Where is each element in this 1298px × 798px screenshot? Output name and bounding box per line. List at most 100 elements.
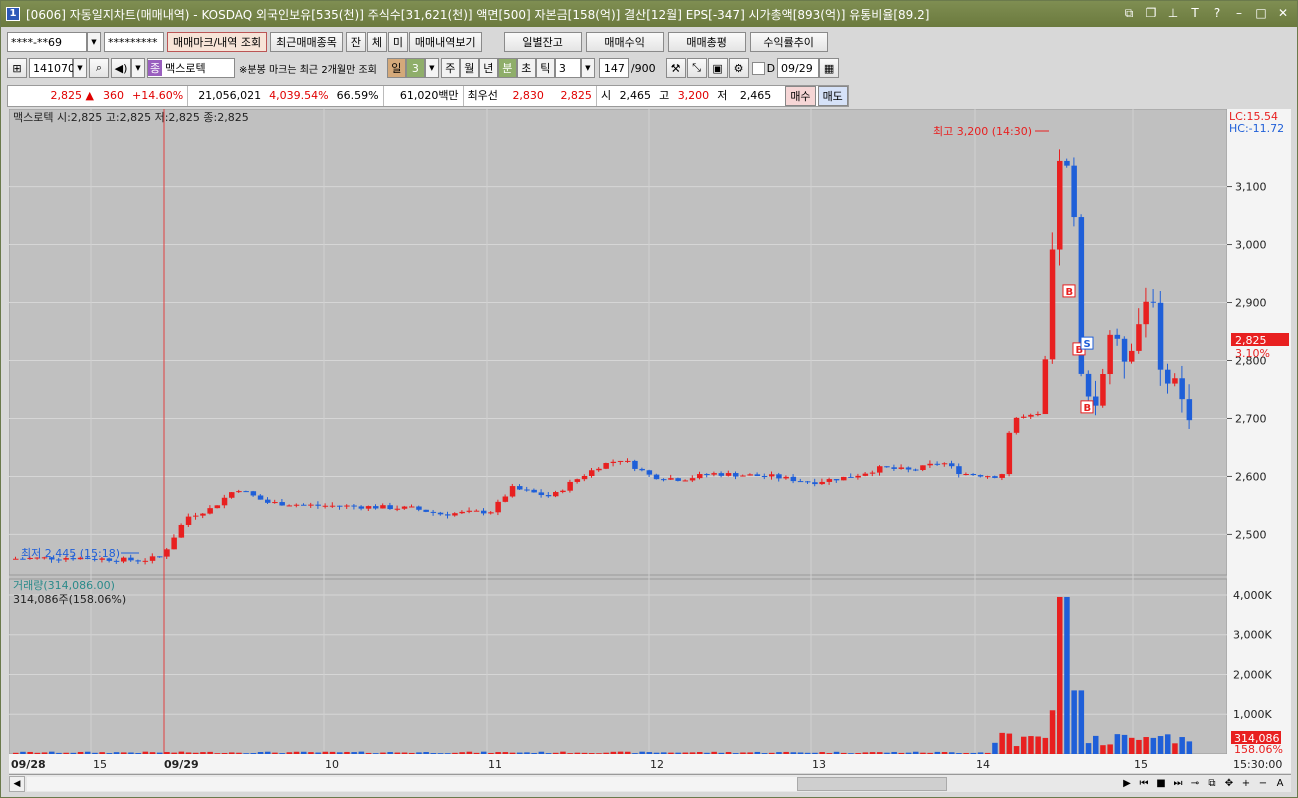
volume-bar [553,752,559,754]
return-trend-button[interactable]: 수익률추이 [749,32,828,52]
scroll-left-icon[interactable]: ◀ [9,775,25,792]
search-icon[interactable]: ⌕ [89,58,109,78]
candle-body [884,466,890,468]
copy-icon[interactable]: ❐ [1143,5,1159,21]
volume-bar [229,752,235,754]
period-number[interactable]: 3 [405,58,425,78]
volume-bar [351,752,357,754]
period-dropdown-icon[interactable]: ▼ [424,58,439,78]
volume-bar [545,753,552,754]
period-day-tab[interactable]: 일 [386,58,406,78]
volume-bar [1071,690,1077,754]
period-year-tab[interactable]: 년 [478,58,498,78]
maximize-icon[interactable]: □ [1253,5,1269,21]
code-search-icon[interactable]: ⊞ [7,58,27,78]
volume-bar [99,752,105,754]
zoom-slider-icon[interactable]: ⊸ [1188,777,1202,791]
bar-count-input[interactable]: 147 [598,58,629,78]
volume-bar [668,752,674,754]
trade-history-button[interactable]: 매매내역보기 [408,32,482,52]
recent-trades-button[interactable]: 최근매매종목 [270,32,343,52]
trade-mark-query-button[interactable]: 매매마크/내역 조회 [167,32,268,52]
date-input[interactable]: 09/29 [777,58,820,78]
volume-bar [207,751,213,754]
font-icon[interactable]: T [1187,5,1203,21]
pan-icon[interactable]: ✥ [1222,777,1236,791]
layout-icon[interactable]: ⧉ [1205,777,1219,791]
daily-balance-button[interactable]: 일별잔고 [503,32,582,52]
stock-name-field: 종 맥스로텍 [147,58,235,78]
candle-body [661,479,667,481]
last-volume-pct: 158.06% [1234,743,1283,756]
scroll-right-icon[interactable]: ▶ [1120,777,1134,791]
candle-body [905,467,912,470]
candle-body [1071,165,1077,218]
candle-body [1085,373,1092,397]
stop-icon[interactable]: ■ [1154,777,1168,791]
price-chart-svg[interactable]: 3,1003,0002,9002,8002,7002,6002,5004,000… [9,109,1291,773]
interval-dropdown-icon[interactable]: ▼ [580,58,595,78]
candle-body [790,476,797,482]
speaker-icon[interactable]: ◀) [111,58,131,78]
sell-button[interactable]: 매도 [817,86,848,106]
candle-body [1042,359,1049,415]
candle-body [236,491,242,493]
speaker-dropdown-icon[interactable]: ▼ [131,58,145,78]
period-tick-tab[interactable]: 틱 [535,58,555,78]
volume-bar [819,752,825,754]
save-icon[interactable]: ▣ [707,58,728,78]
candle-body [797,481,804,483]
candle-body [545,495,552,497]
auto-scale-icon[interactable]: A [1273,777,1287,791]
zoom-out-icon[interactable]: − [1256,777,1270,791]
period-minute-tab[interactable]: 분 [497,58,517,78]
gear-icon[interactable]: ⚙ [728,58,749,78]
account-dropdown-icon[interactable]: ▼ [87,32,101,52]
period-second-tab[interactable]: 초 [516,58,536,78]
rewind-icon[interactable]: ⏮ [1137,777,1151,791]
period-week-tab[interactable]: 주 [440,58,460,78]
trade-mark-label: S [1084,339,1091,350]
volume-bar [445,753,451,754]
stock-code-dropdown-icon[interactable]: ▼ [73,58,87,78]
period-month-tab[interactable]: 월 [459,58,479,78]
candle-body [805,481,811,483]
chart-area[interactable]: 3,100 3,000 2,900 2,800 2,700 2,600 2,500 4,000… [9,109,1291,773]
volume-bar [1057,596,1063,754]
pin-icon[interactable]: ⊥ [1165,5,1181,21]
unexecuted-toggle[interactable]: 미 [387,32,408,52]
volume-bar [502,752,509,754]
minimize-icon[interactable]: – [1231,5,1247,21]
trade-summary-button[interactable]: 매매총평 [667,32,746,52]
calendar-icon[interactable]: ▦ [819,58,840,78]
password-input[interactable]: ********* [104,32,164,52]
candle-body [149,556,156,561]
volume-bar [1107,744,1113,754]
interval-input[interactable]: 3 [554,58,581,78]
help-icon[interactable]: ? [1209,5,1225,21]
candle-body [1143,301,1149,325]
link-icon[interactable]: ⧉ [1121,5,1137,21]
date-checkbox[interactable] [751,61,765,75]
indicator-icon[interactable]: ⚒ [665,58,686,78]
chart-scrollbar[interactable]: ◀ ▶ ⏮ ■ ⏭ ⊸ ⧉ ✥ + − A [9,774,1291,792]
close-icon[interactable]: ✕ [1275,5,1291,21]
scroll-thumb[interactable] [797,776,947,791]
forward-icon[interactable]: ⏭ [1171,777,1185,791]
time-axis-label: 15 [93,758,107,771]
volume-bar [135,752,141,754]
candle-body [826,479,833,482]
candle-body [365,506,372,509]
balance-toggle[interactable]: 잔 [345,32,366,52]
account-input[interactable]: ****-**69 [7,32,87,52]
volume-bar [236,752,242,754]
buy-button[interactable]: 매수 [785,86,816,106]
candle-body [157,556,163,558]
zoom-in-icon[interactable]: + [1239,777,1253,791]
executed-toggle[interactable]: 체 [366,32,387,52]
trade-profit-button[interactable]: 매매수익 [585,32,664,52]
candle-body [445,514,451,516]
stock-code-input[interactable]: 141070 [29,58,75,78]
draw-tool-icon[interactable]: ⤡ [686,58,707,78]
scroll-track[interactable] [27,776,947,791]
